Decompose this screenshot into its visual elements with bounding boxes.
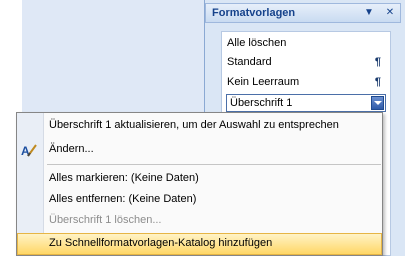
menu-item-label: Überschrift 1 aktualisieren, um der Ausw… bbox=[49, 119, 339, 131]
styles-pane-header: Formatvorlagen ▼ ✕ bbox=[205, 3, 401, 23]
style-item-standard[interactable]: Standard ¶ bbox=[227, 54, 387, 70]
menu-item-remove-all[interactable]: Alles entfernen: (Keine Daten) bbox=[17, 189, 382, 211]
style-item-clear-all[interactable]: Alle löschen bbox=[227, 35, 387, 51]
edit-style-icon: A bbox=[21, 144, 37, 158]
style-item-label: Standard bbox=[227, 56, 272, 68]
menu-item-delete-style: Überschrift 1 löschen... bbox=[17, 210, 382, 232]
style-item-label: Überschrift 1 bbox=[230, 97, 293, 109]
close-icon[interactable]: ✕ bbox=[384, 7, 396, 19]
menu-item-label: Alles entfernen: (Keine Daten) bbox=[49, 193, 197, 205]
style-item-heading-1[interactable]: Überschrift 1 bbox=[226, 94, 386, 112]
style-context-menu: Überschrift 1 aktualisieren, um der Ausw… bbox=[16, 112, 383, 256]
menu-item-label: Überschrift 1 löschen... bbox=[49, 214, 162, 226]
menu-item-add-to-quick-styles[interactable]: Zu Schnellformatvorlagen-Katalog hinzufü… bbox=[17, 233, 382, 255]
pane-options-icon[interactable]: ▼ bbox=[363, 7, 375, 19]
paragraph-mark-icon: ¶ bbox=[374, 76, 381, 88]
style-item-label: Alle löschen bbox=[227, 37, 287, 49]
menu-item-update-to-match[interactable]: Überschrift 1 aktualisieren, um der Ausw… bbox=[17, 115, 382, 137]
chevron-down-icon[interactable] bbox=[371, 96, 384, 110]
style-item-label: Kein Leerraum bbox=[227, 76, 300, 88]
menu-separator bbox=[47, 164, 381, 165]
menu-item-modify[interactable]: A Ändern... bbox=[17, 139, 382, 161]
styles-pane-title: Formatvorlagen bbox=[212, 7, 296, 19]
menu-item-label: Ändern... bbox=[49, 143, 94, 155]
style-item-no-spacing[interactable]: Kein Leerraum ¶ bbox=[227, 74, 387, 90]
menu-item-label: Alles markieren: (Keine Daten) bbox=[49, 172, 199, 184]
menu-item-label: Zu Schnellformatvorlagen-Katalog hinzufü… bbox=[49, 237, 273, 249]
paragraph-mark-icon: ¶ bbox=[374, 56, 381, 68]
menu-item-select-all[interactable]: Alles markieren: (Keine Daten) bbox=[17, 168, 382, 190]
workspace-background bbox=[22, 0, 204, 120]
